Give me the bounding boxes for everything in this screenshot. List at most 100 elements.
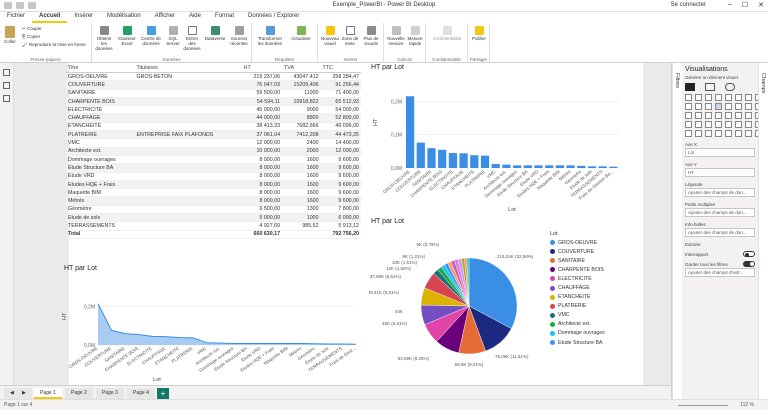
page-tab-1[interactable]: Page 1 xyxy=(34,388,62,399)
table-row[interactable]: CHAUFFAGE 44 000,00 8800 52 800,00 xyxy=(66,113,361,123)
bar-chart-visual[interactable]: HT par Lot 0,0M 0,1M 0,2M HT GROS-OEUVRE COUV… xyxy=(369,64,628,214)
add-page-button[interactable]: + xyxy=(157,388,169,399)
tab-format[interactable]: Format xyxy=(208,12,241,23)
pie-legend-item[interactable]: Dommage ouvrages xyxy=(550,329,628,338)
visual-type-icon[interactable] xyxy=(685,121,692,128)
bar[interactable] xyxy=(523,165,532,168)
build-visual-icon[interactable] xyxy=(685,83,695,91)
visual-type-icon[interactable] xyxy=(725,112,732,119)
publish-button[interactable]: Publier xyxy=(470,26,488,41)
table-row[interactable]: Etudes HQE + Frais 8 000,00 1600 9 600,00 xyxy=(66,180,361,190)
minimize-icon[interactable]: – xyxy=(728,1,732,9)
dataverse-button[interactable]: Dataverse xyxy=(204,26,226,41)
table-row[interactable]: VMC 12 000,00 2400 14 400,00 xyxy=(66,138,361,148)
page-tab-3[interactable]: Page 3 xyxy=(96,388,124,399)
pie-legend-item[interactable]: Etude Structure BA xyxy=(550,338,628,347)
bar[interactable] xyxy=(534,165,543,168)
visual-type-icon[interactable] xyxy=(705,112,712,119)
tab-accueil[interactable]: Accueil xyxy=(32,12,68,23)
page-tab-2[interactable]: Page 2 xyxy=(65,388,93,399)
visual-type-icon[interactable] xyxy=(695,94,702,101)
tab-afficher[interactable]: Afficher xyxy=(148,12,182,23)
pie-legend-item[interactable]: COUVERTURE xyxy=(550,247,628,256)
model-view-icon[interactable] xyxy=(3,95,10,102)
table-row[interactable]: Architecte ext. 10 000,00 2000 12 000,00 xyxy=(66,147,361,156)
visual-type-icon[interactable] xyxy=(695,121,702,128)
nav-next-icon[interactable]: ▶ xyxy=(16,388,32,399)
paste-button[interactable]: Coller xyxy=(3,26,17,44)
cross-report-toggle[interactable] xyxy=(743,251,755,257)
visual-type-icon[interactable] xyxy=(735,112,742,119)
bar[interactable] xyxy=(427,148,436,168)
new-visual-button[interactable]: Nouveau visuel xyxy=(320,26,340,46)
bar[interactable] xyxy=(598,166,607,168)
more-visuals-button[interactable]: Plus de visuels xyxy=(361,26,381,46)
bar[interactable] xyxy=(448,153,457,168)
close-icon[interactable]: ✕ xyxy=(758,1,764,9)
table-row[interactable]: Etude Structure BA 8 000,00 1600 9 600,00 xyxy=(66,163,361,173)
pie-legend-item[interactable]: PLATRERIE xyxy=(550,302,628,311)
enter-data-button[interactable]: Entrer des données xyxy=(182,26,202,51)
visual-type-icon[interactable] xyxy=(705,103,712,110)
visual-type-icon[interactable] xyxy=(725,130,732,137)
data-hub-button[interactable]: Centre de données xyxy=(140,26,162,46)
text-box-button[interactable]: Zone de texte xyxy=(341,26,359,46)
fields-tab[interactable]: Champs xyxy=(758,63,768,399)
legend-field[interactable]: Ajouter des champs de don... xyxy=(685,188,755,197)
visual-type-icon[interactable] xyxy=(735,94,742,101)
table-row[interactable]: CHARPENTE BOIS 54 594,11 10918,822 65 512,9… xyxy=(66,97,361,107)
visual-type-icon[interactable] xyxy=(695,103,702,110)
table-visual[interactable]: Titre Titulaires HT TVA TTC GROS-OEUVRE GROS-… xyxy=(66,64,361,262)
table-header-cell[interactable]: TTC xyxy=(320,64,361,73)
visual-type-icon[interactable] xyxy=(715,112,722,119)
visual-type-icon[interactable] xyxy=(715,130,722,137)
bar[interactable] xyxy=(587,166,597,168)
bar[interactable] xyxy=(609,166,618,168)
tab-aide[interactable]: Aide xyxy=(182,12,208,23)
visual-type-icon[interactable] xyxy=(705,121,712,128)
new-measure-button[interactable]: Nouvelle mesure xyxy=(386,26,406,46)
visual-type-icon[interactable] xyxy=(735,121,742,128)
bar[interactable] xyxy=(470,155,479,168)
table-row[interactable]: SANITAIRE 59 500,00 11900 71 400,00 xyxy=(66,89,361,98)
bar[interactable] xyxy=(513,165,522,168)
cut-button[interactable]: ✂ Couper xyxy=(22,26,42,32)
visual-type-icon[interactable] xyxy=(735,103,742,110)
axis-x-field[interactable]: Lot xyxy=(685,148,755,157)
visual-type-icon[interactable] xyxy=(745,130,752,137)
tab-modelisation[interactable]: Modélisation xyxy=(100,12,148,23)
visual-type-icon[interactable] xyxy=(745,121,752,128)
table-header-cell[interactable]: TVA xyxy=(282,64,321,73)
analytics-icon[interactable] xyxy=(725,83,735,91)
sensitivity-button[interactable]: Confidentialité xyxy=(428,26,466,41)
table-row[interactable]: Métrés 8 000,00 1600 9 600,00 xyxy=(66,196,361,206)
bar[interactable] xyxy=(545,165,554,168)
table-row[interactable]: TERRASSEMENTS 4 927,60 985,52 5 913,12 xyxy=(66,221,361,231)
drill-field[interactable]: Ajouter des champs d'extr... xyxy=(685,268,755,277)
tab-inserer[interactable]: Insérer xyxy=(67,12,100,23)
pie-chart-visual[interactable]: HT par Lot 215,24K (32,58%) 76,05K (11,51… xyxy=(368,218,628,384)
small-multiples-field[interactable]: Ajouter des champs de don... xyxy=(685,208,755,217)
visual-type-icon[interactable] xyxy=(735,130,742,137)
visual-type-icon[interactable] xyxy=(695,130,702,137)
quick-measure-button[interactable]: Mesure rapide xyxy=(406,26,424,46)
visual-type-icon[interactable] xyxy=(685,103,692,110)
refresh-button[interactable]: Actualiser xyxy=(288,26,314,41)
keep-filters-toggle[interactable] xyxy=(743,261,755,267)
pie-legend-item[interactable]: CHAUFFAGE xyxy=(550,283,628,292)
copy-button[interactable]: ⎘ Copier xyxy=(22,34,40,39)
pie-legend-item[interactable]: ELECTRICITE xyxy=(550,274,628,283)
table-row[interactable]: Maquette BIM 8 000,00 1600 9 600,00 xyxy=(66,188,361,198)
bar[interactable] xyxy=(416,142,425,168)
table-row[interactable]: COUVERTURE 76 047,03 15209,406 91 256,44 xyxy=(66,80,361,90)
tooltips-field[interactable]: Ajouter des champs de don... xyxy=(685,228,755,237)
format-icon[interactable] xyxy=(705,83,715,91)
table-row[interactable]: Dommage ouvrages 8 000,00 1600 9 600,00 xyxy=(66,155,361,165)
visual-type-icon[interactable] xyxy=(695,112,702,119)
table-row[interactable]: Géomètre 6 500,00 1300 7 800,00 xyxy=(66,205,361,215)
sql-button[interactable]: SQL Server xyxy=(165,26,181,46)
tab-donnees-explorer[interactable]: Données / Explorer xyxy=(241,12,306,23)
visual-type-icon[interactable] xyxy=(715,94,722,101)
visual-type-icon[interactable] xyxy=(705,94,712,101)
sign-in-link[interactable]: Se connecter xyxy=(671,2,706,8)
